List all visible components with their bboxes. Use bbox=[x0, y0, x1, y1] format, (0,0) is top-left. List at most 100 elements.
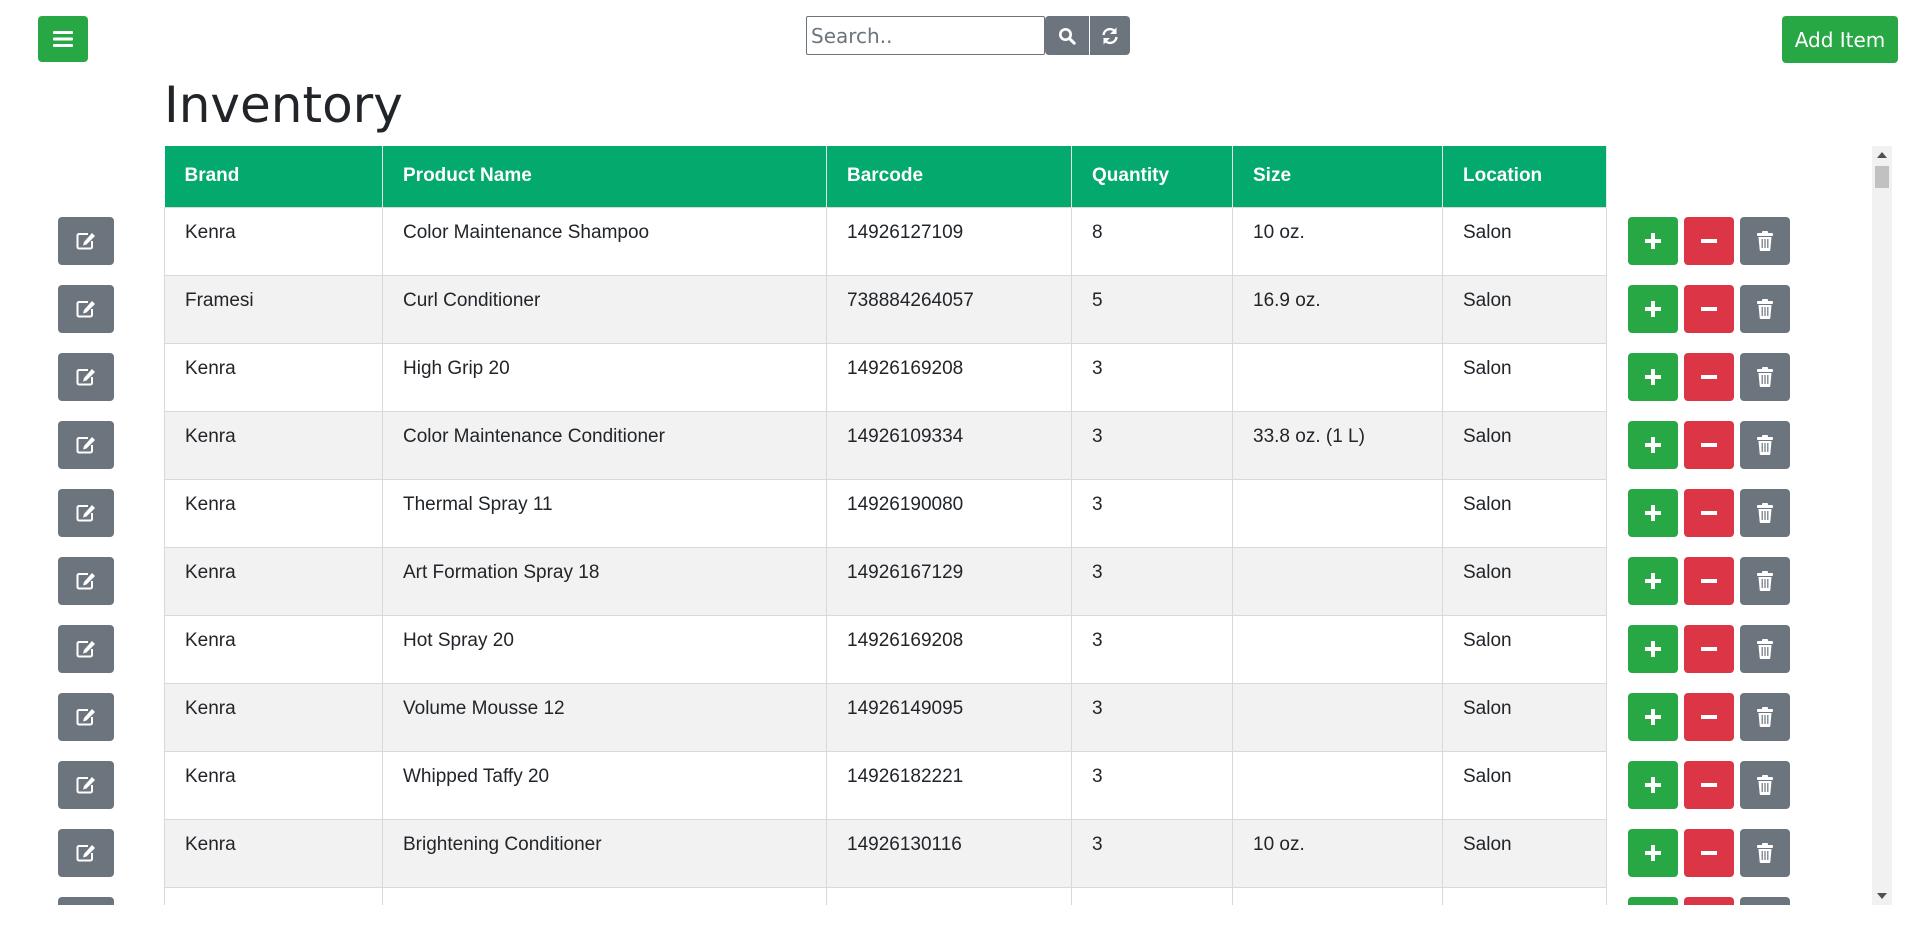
table-row: Kenra High Grip 20 14926169208 3 Salon bbox=[164, 342, 1607, 412]
brand-cell: Kenra bbox=[164, 546, 383, 616]
minus-icon bbox=[1701, 715, 1717, 719]
table-scrollbar[interactable] bbox=[1872, 146, 1892, 905]
edit-row-button[interactable] bbox=[58, 285, 114, 333]
decrement-quantity-button[interactable] bbox=[1684, 693, 1734, 741]
column-header-location[interactable]: Location bbox=[1442, 146, 1607, 207]
increment-quantity-button[interactable] bbox=[1628, 693, 1678, 741]
product-name-cell: Curl Conditioner bbox=[382, 274, 827, 344]
increment-quantity-button[interactable] bbox=[1628, 217, 1678, 265]
product-name-cell: Brightening Conditioner bbox=[382, 818, 827, 888]
column-header-barcode[interactable]: Barcode bbox=[826, 146, 1072, 207]
menu-button[interactable] bbox=[38, 16, 88, 62]
delete-row-button[interactable] bbox=[1740, 625, 1790, 673]
decrement-quantity-button[interactable] bbox=[1684, 625, 1734, 673]
add-item-button[interactable]: Add Item bbox=[1782, 16, 1898, 63]
delete-row-button[interactable] bbox=[1740, 897, 1790, 905]
decrement-quantity-button[interactable] bbox=[1684, 829, 1734, 877]
edit-row-button[interactable] bbox=[58, 625, 114, 673]
increment-quantity-button[interactable] bbox=[1628, 489, 1678, 537]
edit-row-button[interactable] bbox=[58, 761, 114, 809]
search-button[interactable] bbox=[1045, 16, 1089, 55]
trash-icon bbox=[1757, 299, 1773, 319]
location-cell: Salon bbox=[1442, 206, 1607, 276]
edit-row-button[interactable] bbox=[58, 489, 114, 537]
delete-row-button[interactable] bbox=[1740, 421, 1790, 469]
search-icon bbox=[1059, 27, 1076, 45]
edit-row-button[interactable] bbox=[58, 897, 114, 905]
increment-quantity-button[interactable] bbox=[1628, 829, 1678, 877]
edit-row-button[interactable] bbox=[58, 217, 114, 265]
edit-row-button[interactable] bbox=[58, 829, 114, 877]
minus-icon bbox=[1701, 647, 1717, 651]
delete-row-button[interactable] bbox=[1740, 285, 1790, 333]
increment-quantity-button[interactable] bbox=[1628, 353, 1678, 401]
delete-row-button[interactable] bbox=[1740, 217, 1790, 265]
delete-row-button[interactable] bbox=[1740, 693, 1790, 741]
row-actions bbox=[1628, 829, 1790, 877]
product-name-cell: Art Formation Spray 18 bbox=[382, 546, 827, 616]
size-cell bbox=[1232, 886, 1443, 905]
row-actions bbox=[1628, 217, 1790, 265]
edit-row-button[interactable] bbox=[58, 693, 114, 741]
edit-icon bbox=[76, 505, 95, 522]
scrollbar-thumb[interactable] bbox=[1875, 166, 1889, 188]
product-name-cell: Hot Spray 20 bbox=[382, 614, 827, 684]
refresh-button[interactable] bbox=[1090, 16, 1130, 55]
scroll-down-arrow[interactable] bbox=[1872, 889, 1892, 903]
table-row: Framesi Curl Conditioner 738884264057 5 16.9… bbox=[164, 274, 1607, 344]
delete-row-button[interactable] bbox=[1740, 761, 1790, 809]
barcode-cell: 14926109334 bbox=[826, 410, 1072, 480]
decrement-quantity-button[interactable] bbox=[1684, 761, 1734, 809]
column-header-size[interactable]: Size bbox=[1232, 146, 1443, 207]
brand-cell: Framesi bbox=[164, 274, 383, 344]
quantity-cell: 3 bbox=[1071, 682, 1233, 752]
decrement-quantity-button[interactable] bbox=[1684, 421, 1734, 469]
increment-quantity-button[interactable] bbox=[1628, 897, 1678, 905]
location-cell: Salon bbox=[1442, 274, 1607, 344]
edit-row-button[interactable] bbox=[58, 421, 114, 469]
minus-icon bbox=[1701, 375, 1717, 379]
increment-quantity-button[interactable] bbox=[1628, 761, 1678, 809]
decrement-quantity-button[interactable] bbox=[1684, 489, 1734, 537]
decrement-quantity-button[interactable] bbox=[1684, 217, 1734, 265]
increment-quantity-button[interactable] bbox=[1628, 285, 1678, 333]
edit-icon bbox=[76, 233, 95, 250]
location-cell: Salon bbox=[1442, 750, 1607, 820]
quantity-cell: 3 bbox=[1071, 614, 1233, 684]
minus-icon bbox=[1701, 851, 1717, 855]
column-header-quantity[interactable]: Quantity bbox=[1071, 146, 1233, 207]
product-name-cell: Thermal Spray 11 bbox=[382, 478, 827, 548]
decrement-quantity-button[interactable] bbox=[1684, 353, 1734, 401]
minus-icon bbox=[1701, 511, 1717, 515]
decrement-quantity-button[interactable] bbox=[1684, 285, 1734, 333]
search-input[interactable] bbox=[806, 16, 1045, 55]
delete-row-button[interactable] bbox=[1740, 489, 1790, 537]
row-actions bbox=[1628, 761, 1790, 809]
increment-quantity-button[interactable] bbox=[1628, 557, 1678, 605]
column-header-brand[interactable]: Brand bbox=[164, 146, 383, 207]
increment-quantity-button[interactable] bbox=[1628, 625, 1678, 673]
trash-icon bbox=[1757, 435, 1773, 455]
increment-quantity-button[interactable] bbox=[1628, 421, 1678, 469]
edit-icon bbox=[76, 369, 95, 386]
caret-up-icon bbox=[1877, 152, 1887, 158]
quantity-cell: 3 bbox=[1071, 750, 1233, 820]
size-cell bbox=[1232, 478, 1443, 548]
quantity-cell: 3 bbox=[1071, 478, 1233, 548]
delete-row-button[interactable] bbox=[1740, 557, 1790, 605]
column-header-product-name[interactable]: Product Name bbox=[382, 146, 827, 207]
decrement-quantity-button[interactable] bbox=[1684, 897, 1734, 905]
edit-row-button[interactable] bbox=[58, 557, 114, 605]
plus-icon bbox=[1645, 777, 1661, 793]
delete-row-button[interactable] bbox=[1740, 829, 1790, 877]
plus-icon bbox=[1645, 709, 1661, 725]
decrement-quantity-button[interactable] bbox=[1684, 557, 1734, 605]
brand-cell: Kenra bbox=[164, 614, 383, 684]
table-row: Kenra Hot Spray 20 14926169208 3 Salon bbox=[164, 614, 1607, 684]
edit-row-button[interactable] bbox=[58, 353, 114, 401]
delete-row-button[interactable] bbox=[1740, 353, 1790, 401]
barcode-cell: 14926169208 bbox=[826, 342, 1072, 412]
edit-icon bbox=[76, 709, 95, 726]
barcode-cell bbox=[826, 886, 1072, 905]
scroll-up-arrow[interactable] bbox=[1872, 148, 1892, 162]
